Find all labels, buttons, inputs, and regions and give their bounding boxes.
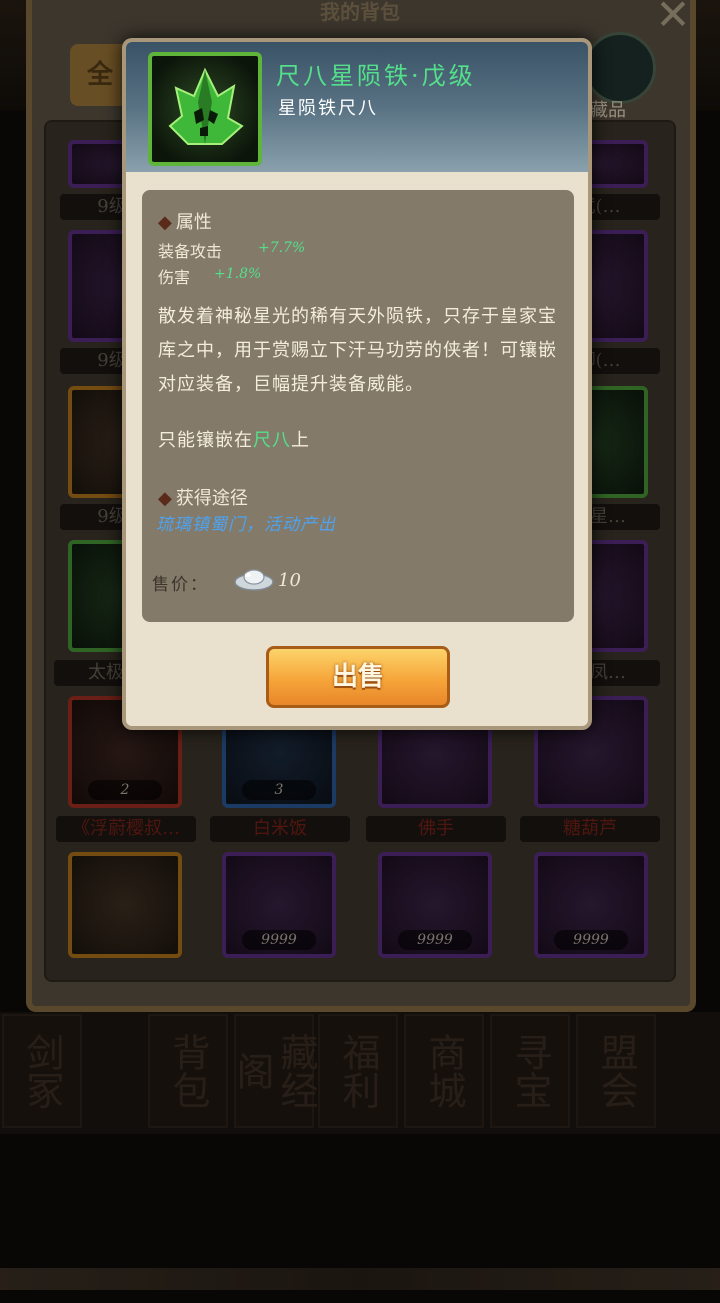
sell-button[interactable]: 出售 xyxy=(266,646,450,708)
source-link[interactable]: 琉璃镇蜀门，活动产出 xyxy=(156,510,336,535)
diamond-bullet-icon: ◆ xyxy=(158,488,172,509)
mount-target: 尺八 xyxy=(253,430,291,451)
attribute-value: +7.7% xyxy=(258,240,306,256)
item-subtitle: 星陨铁尺八 xyxy=(278,98,378,119)
price-label: 售价： xyxy=(152,575,209,595)
mount-suffix: 上 xyxy=(291,430,310,451)
item-detail-panel: ◆ 属性 装备攻击 +7.7% 伤害 +1.8% 散发着神秘星光的稀有天外陨铁，只… xyxy=(142,190,574,622)
item-name: 尺八星陨铁·戊级 xyxy=(276,62,476,90)
mount-restriction: 只能镶嵌在尺八上 xyxy=(158,426,310,452)
item-tooltip-popup: 尺八星陨铁·戊级 星陨铁尺八 ◆ 属性 装备攻击 +7.7% 伤害 +1.8% 散… xyxy=(122,38,592,730)
silver-ingot-icon xyxy=(234,566,274,592)
source-title: 获得途径 xyxy=(175,488,248,509)
attribute-label: 装备攻击 xyxy=(158,242,223,261)
attributes-heading: ◆ 属性 xyxy=(158,208,212,234)
attribute-label: 伤害 xyxy=(158,268,191,287)
green-crystal-icon xyxy=(148,52,262,166)
price-value: 10 xyxy=(278,570,301,591)
mount-prefix: 只能镶嵌在 xyxy=(158,430,253,451)
item-description: 散发着神秘星光的稀有天外陨铁，只存于皇家宝库之中，用于赏赐立下汗马功劳的侠者！可… xyxy=(158,306,557,395)
diamond-bullet-icon: ◆ xyxy=(158,212,172,233)
attribute-value: +1.8% xyxy=(214,266,262,282)
attributes-title: 属性 xyxy=(175,212,212,233)
source-heading: ◆ 获得途径 xyxy=(158,484,248,510)
